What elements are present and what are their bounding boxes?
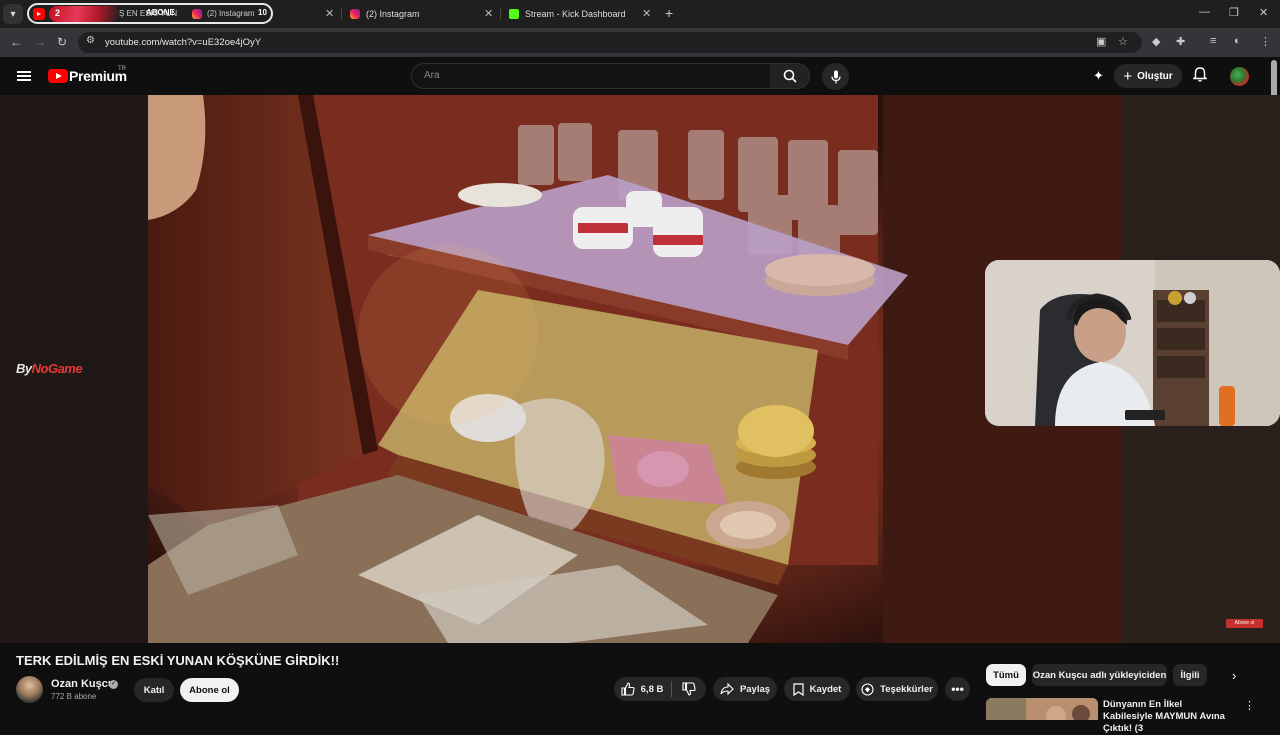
minimize-icon[interactable]: — <box>1199 6 1210 18</box>
kick-icon <box>509 9 519 19</box>
back-icon[interactable]: ← <box>10 35 22 49</box>
account-avatar[interactable] <box>1230 67 1249 86</box>
tab-kick[interactable]: Stream - Kick Dashboard <box>509 4 626 24</box>
watermark-brand: NoGame <box>31 361 83 376</box>
site-settings-icon[interactable]: ⚙ <box>86 35 95 46</box>
like-button[interactable]: 6,8 B <box>614 677 670 701</box>
chip-all[interactable]: Tümü <box>986 664 1026 686</box>
thumbnail-image <box>986 698 1098 720</box>
tab-title-instagram-grouped: (2) Instagram <box>207 9 255 18</box>
more-horizontal-icon: ••• <box>951 682 964 696</box>
new-tab-icon[interactable]: + <box>665 5 673 21</box>
subscribe-button[interactable]: Abone ol <box>180 678 239 702</box>
video-frame-scene <box>148 95 1122 643</box>
chip-label: Tümü <box>993 669 1019 681</box>
streamer-webcam-overlay <box>985 260 1280 426</box>
video-player[interactable] <box>148 95 1122 643</box>
thanks-label: Teşekkürler <box>880 683 933 695</box>
menu-icon[interactable] <box>17 71 31 81</box>
save-button[interactable]: Kaydet <box>784 677 850 701</box>
tab-title: (2) Instagram <box>366 9 420 19</box>
more-actions-button[interactable]: ••• <box>945 677 970 701</box>
thumbs-up-icon <box>621 682 635 696</box>
browser-menu-icon[interactable]: ⋮ <box>1260 35 1271 48</box>
search-button[interactable] <box>770 63 810 89</box>
forward-icon[interactable]: → <box>34 35 46 49</box>
tab-search-button[interactable]: ▾ <box>3 4 23 24</box>
tab-separator <box>341 8 342 20</box>
recommendation-title[interactable]: Dünyanın En İlkel Kabilesiyle MAYMUN Avı… <box>1103 699 1233 735</box>
youtube-logo-icon[interactable] <box>48 69 68 83</box>
tab-notification-count: 2 <box>55 8 61 18</box>
like-divider <box>671 681 672 697</box>
more-vertical-icon[interactable]: ⋮ <box>1244 699 1255 712</box>
plus-icon: + <box>1123 67 1133 85</box>
subscribe-label: Abone ol <box>189 684 230 696</box>
close-tab-icon[interactable]: ✕ <box>325 7 334 20</box>
window-close-icon[interactable]: ✕ <box>1259 6 1268 19</box>
close-tab-icon[interactable]: ✕ <box>484 7 493 20</box>
voice-search-button[interactable] <box>822 63 849 90</box>
share-icon <box>720 683 734 695</box>
url-text[interactable]: youtube.com/watch?v=uE32oe4jOyY <box>105 37 261 48</box>
thumbs-down-icon <box>682 682 696 696</box>
save-label: Kaydet <box>809 683 842 695</box>
profile-icon[interactable]: ◐ <box>1234 35 1241 47</box>
media-control-icon[interactable]: ≡ <box>1210 35 1216 47</box>
search-icon <box>783 69 797 83</box>
channel-avatar[interactable] <box>16 676 43 703</box>
search-placeholder: Ara <box>424 70 440 81</box>
dislike-button[interactable] <box>674 677 704 701</box>
join-button[interactable]: Katıl <box>134 678 174 702</box>
chip-label: Ozan Kuşcu adlı yükleyiciden <box>1032 669 1167 681</box>
like-count: 6,8 B <box>640 683 664 695</box>
instagram-icon <box>350 9 360 19</box>
restore-icon[interactable]: ❐ <box>1229 6 1239 19</box>
create-label: Oluştur <box>1137 70 1173 82</box>
reload-icon[interactable]: ↻ <box>57 35 67 49</box>
extensions-icon[interactable]: ✚ <box>1176 35 1185 48</box>
instagram-favicon-icon <box>192 9 202 19</box>
tab-overlay-text: ABONE <box>146 8 175 17</box>
tab-title: Stream - Kick Dashboard <box>525 9 626 19</box>
region-code: TR <box>118 66 126 72</box>
bookmark-star-icon[interactable]: ☆ <box>1118 35 1128 48</box>
tab-separator <box>500 8 501 20</box>
video-title: TERK EDİLMİŞ EN ESKİ YUNAN KÖŞKÜNE GİRDİ… <box>16 653 340 668</box>
webcam-scene <box>985 260 1280 426</box>
share-button[interactable]: Paylaş <box>713 677 777 701</box>
bynogame-watermark: ByNoGame <box>16 361 83 376</box>
thanks-button[interactable]: Teşekkürler <box>856 677 938 701</box>
chip-from-uploader[interactable]: Ozan Kuşcu adlı yükleyiciden <box>1032 664 1167 686</box>
join-label: Katıl <box>143 684 165 696</box>
tab-instagram[interactable]: (2) Instagram <box>350 4 420 24</box>
watermark-prefix: By <box>16 361 32 376</box>
tab-counter: 10 <box>258 8 267 17</box>
youtube-favicon-icon <box>33 7 45 20</box>
cast-icon[interactable]: ▣ <box>1096 35 1106 48</box>
share-label: Paylaş <box>739 683 771 695</box>
search-input[interactable] <box>411 63 771 89</box>
recommendation-thumbnail[interactable] <box>986 698 1098 720</box>
chip-related[interactable]: İlgili <box>1173 664 1207 686</box>
microphone-icon <box>830 70 841 83</box>
channel-name[interactable]: Ozan Kuşcu <box>51 678 115 690</box>
subscribe-watermark-badge[interactable]: Abone ol <box>1226 619 1263 628</box>
bookmark-icon <box>793 682 804 696</box>
chevron-right-icon[interactable]: › <box>1232 668 1236 683</box>
create-button[interactable]: + Oluştur <box>1114 64 1182 88</box>
chip-label: İlgili <box>1180 669 1200 681</box>
sparkle-icon[interactable]: ✦ <box>1093 68 1104 84</box>
super-thanks-icon <box>861 682 874 696</box>
extension-diamond-icon[interactable]: ◆ <box>1152 35 1160 48</box>
subscriber-count: 772 B abone <box>51 692 97 701</box>
tab-group-active[interactable]: 2 Ş EN ESKİ YUN ABONE (2) Instagram 10 <box>27 3 273 24</box>
verified-check-icon: ✓ <box>109 680 118 689</box>
close-tab-icon[interactable]: ✕ <box>642 7 651 20</box>
notifications-bell-icon[interactable] <box>1193 67 1207 82</box>
